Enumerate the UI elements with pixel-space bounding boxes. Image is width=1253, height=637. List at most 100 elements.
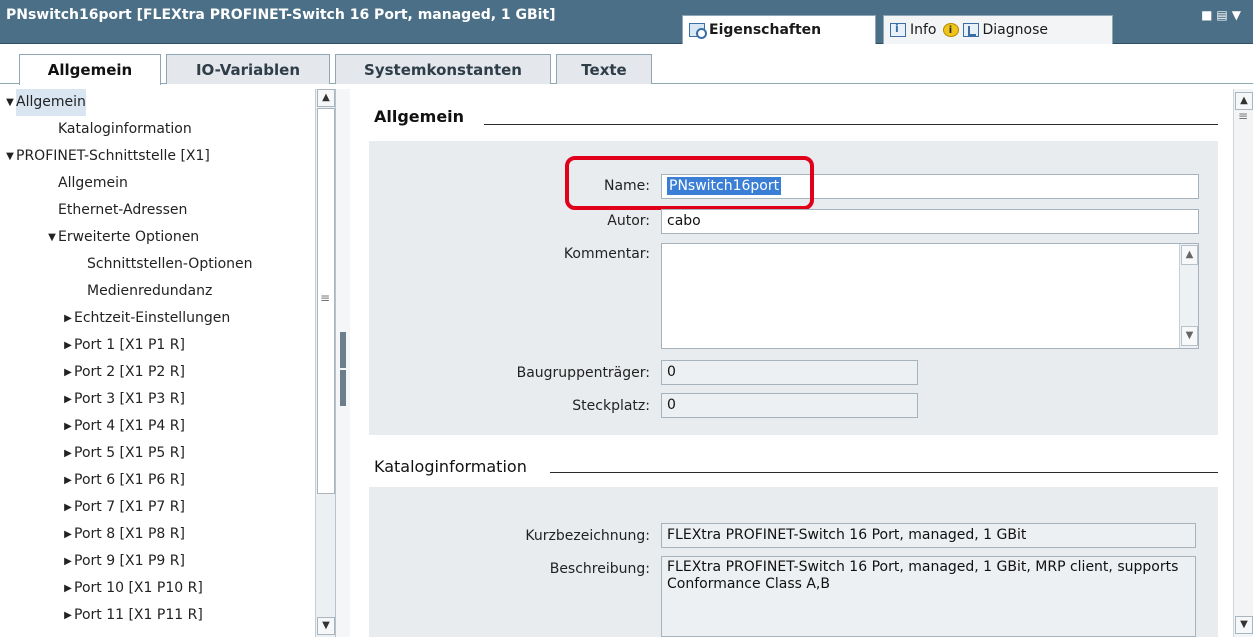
baugruppentraeger-field[interactable]: 0: [661, 360, 918, 385]
content-scrollbar[interactable]: ▲ ≡ ▼: [1233, 89, 1253, 637]
tab-systemkonstanten[interactable]: Systemkonstanten: [335, 54, 551, 84]
tree-item-label: Port 2 [X1 P2 R]: [74, 364, 185, 380]
expand-arrow-icon[interactable]: ▶: [62, 575, 74, 602]
inspector-titlebar: PNswitch16port [FLEXtra PROFINET-Switch …: [0, 0, 1253, 44]
tree-item-label: Echtzeit-Einstellungen: [74, 310, 231, 326]
tree-item-port-2[interactable]: ▶ Port 2 [X1 P2 R]: [62, 359, 185, 386]
scroll-up-icon[interactable]: ▲: [317, 89, 335, 107]
section-heading-kataloginformation: Kataloginformation: [374, 457, 527, 476]
tab-info-diagnose[interactable]: Info i Diagnose: [883, 15, 1113, 44]
tree-item-port-7[interactable]: ▶ Port 7 [X1 P7 R]: [62, 494, 185, 521]
tree-item-label: Port 5 [X1 P5 R]: [74, 445, 185, 461]
kurzbezeichnung-label: Kurzbezeichnung:: [525, 528, 650, 544]
tree-item-label: Allgemein: [16, 89, 86, 116]
scroll-up-icon[interactable]: ▲: [1235, 92, 1253, 110]
section-divider: [550, 472, 1218, 473]
tab-eigenschaften[interactable]: Eigenschaften: [682, 15, 876, 44]
expand-arrow-icon[interactable]: ▼: [4, 89, 16, 116]
tree-item-port-10[interactable]: ▶ Port 10 [X1 P10 R]: [62, 575, 203, 602]
expand-arrow-icon[interactable]: ▶: [62, 386, 74, 413]
inspector-tab-strip: Allgemein IO-Variablen Systemkonstanten …: [0, 44, 1253, 85]
autor-field[interactable]: cabo: [661, 209, 1199, 234]
section-divider: [484, 124, 1218, 125]
expand-arrow-icon[interactable]: ▶: [62, 359, 74, 386]
tree-item-port-9[interactable]: ▶ Port 9 [X1 P9 R]: [62, 548, 185, 575]
tree-item-ethernet-adressen[interactable]: Ethernet-Adressen: [58, 197, 187, 224]
window-controls[interactable]: ■▤▼: [1201, 8, 1245, 22]
kurzbezeichnung-field[interactable]: FLEXtra PROFINET-Switch 16 Port, managed…: [661, 523, 1196, 548]
expand-arrow-icon[interactable]: ▶: [62, 548, 74, 575]
tree-item-label: Port 8 [X1 P8 R]: [74, 526, 185, 542]
expand-arrow-icon[interactable]: ▶: [62, 602, 74, 629]
tree-item-label: Schnittstellen-Optionen: [87, 256, 253, 272]
info-icon: [890, 22, 906, 37]
expand-arrow-icon[interactable]: ▼: [46, 224, 58, 251]
tree-item-label: Allgemein: [58, 175, 128, 191]
tree-item-label: Port 1 [X1 P1 R]: [74, 337, 185, 353]
tree-item-erweiterte-optionen[interactable]: ▼ Erweiterte Optionen: [46, 224, 199, 251]
tree-item-port-8[interactable]: ▶ Port 8 [X1 P8 R]: [62, 521, 185, 548]
expand-arrow-icon[interactable]: ▶: [62, 521, 74, 548]
highlight-annotation: [565, 156, 814, 210]
properties-icon: [689, 23, 707, 39]
tab-allgemein[interactable]: Allgemein: [19, 54, 161, 85]
tree-item-label: Kataloginformation: [58, 121, 192, 137]
kommentar-scrollbar[interactable]: ▲ ▼: [1179, 244, 1198, 348]
panel-splitter[interactable]: [336, 89, 350, 637]
tree-scrollbar[interactable]: ▲ ≡ ▼: [315, 89, 335, 637]
kommentar-label: Kommentar:: [563, 246, 650, 262]
tree-item-echtzeit-einstellungen[interactable]: ▶ Echtzeit-Einstellungen: [62, 305, 230, 332]
tree-item-port-6[interactable]: ▶ Port 6 [X1 P6 R]: [62, 467, 185, 494]
tree-item-label: Port 11 [X1 P11 R]: [74, 607, 203, 623]
grip-icon: ≡: [319, 291, 331, 305]
tree-item-allgemein-x1[interactable]: Allgemein: [58, 170, 128, 197]
tree-item-schnittstellen-optionen[interactable]: Schnittstellen-Optionen: [87, 251, 253, 278]
steckplatz-field[interactable]: 0: [661, 393, 918, 418]
tab-io-variablen[interactable]: IO-Variablen: [166, 54, 330, 84]
tree-item-port-5[interactable]: ▶ Port 5 [X1 P5 R]: [62, 440, 185, 467]
expand-arrow-icon[interactable]: ▶: [62, 494, 74, 521]
collapse-right-icon[interactable]: [340, 370, 346, 406]
window-title: PNswitch16port [FLEXtra PROFINET-Switch …: [6, 7, 556, 23]
expand-arrow-icon[interactable]: ▶: [62, 413, 74, 440]
autor-label: Autor:: [607, 213, 650, 229]
scroll-down-icon[interactable]: ▼: [1181, 326, 1198, 346]
tree-item-kataloginformation[interactable]: Kataloginformation: [58, 116, 192, 143]
tree-item-port-3[interactable]: ▶ Port 3 [X1 P3 R]: [62, 386, 185, 413]
tab-texte[interactable]: Texte: [556, 54, 652, 84]
tree-item-medienredundanz[interactable]: Medienredundanz: [87, 278, 212, 305]
scroll-down-icon[interactable]: ▼: [1235, 616, 1253, 634]
tree-item-allgemein[interactable]: ▼ Allgemein: [4, 89, 86, 116]
tree-item-port-1[interactable]: ▶ Port 1 [X1 P1 R]: [62, 332, 185, 359]
tree-item-port-4[interactable]: ▶ Port 4 [X1 P4 R]: [62, 413, 185, 440]
tree-item-port-11[interactable]: ▶ Port 11 [X1 P11 R]: [62, 602, 203, 629]
scroll-down-icon[interactable]: ▼: [317, 617, 335, 635]
tree-item-profinet-schnittstelle[interactable]: ▼ PROFINET-Schnittstelle [X1]: [4, 143, 210, 170]
tab-info-label: Info: [910, 22, 937, 38]
tree-item-label: Medienredundanz: [87, 283, 213, 299]
expand-arrow-icon[interactable]: ▶: [62, 467, 74, 494]
section-heading-allgemein: Allgemein: [374, 107, 465, 126]
beschreibung-label: Beschreibung:: [549, 561, 650, 577]
beschreibung-field[interactable]: FLEXtra PROFINET-Switch 16 Port, managed…: [661, 556, 1196, 637]
expand-arrow-icon[interactable]: ▶: [62, 440, 74, 467]
expand-arrow-icon[interactable]: ▼: [4, 143, 16, 170]
tree-item-label: Ethernet-Adressen: [58, 202, 188, 218]
properties-content: Allgemein Name: PNswitch16port Autor: ca…: [350, 89, 1253, 637]
scroll-up-icon[interactable]: ▲: [1181, 245, 1198, 265]
tree-item-label: Port 7 [X1 P7 R]: [74, 499, 185, 515]
expand-arrow-icon[interactable]: ▶: [62, 305, 74, 332]
tree-item-label: Port 3 [X1 P3 R]: [74, 391, 185, 407]
kommentar-field[interactable]: [661, 243, 1199, 349]
baugruppentraeger-label: Baugruppenträger:: [516, 365, 650, 381]
tab-eigenschaften-label: Eigenschaften: [709, 22, 822, 38]
info-badge-icon: i: [942, 23, 959, 37]
collapse-left-icon[interactable]: [340, 332, 346, 368]
tree-item-label: Port 6 [X1 P6 R]: [74, 472, 185, 488]
expand-arrow-icon[interactable]: ▶: [62, 332, 74, 359]
tree-item-label: Port 4 [X1 P4 R]: [74, 418, 185, 434]
diagnose-icon: [962, 23, 979, 37]
tree-item-label: Port 9 [X1 P9 R]: [74, 553, 185, 569]
tree-item-label: Erweiterte Optionen: [58, 229, 200, 245]
navigation-tree: ▼ Allgemein Kataloginformation ▼ PROFINE…: [0, 89, 336, 637]
